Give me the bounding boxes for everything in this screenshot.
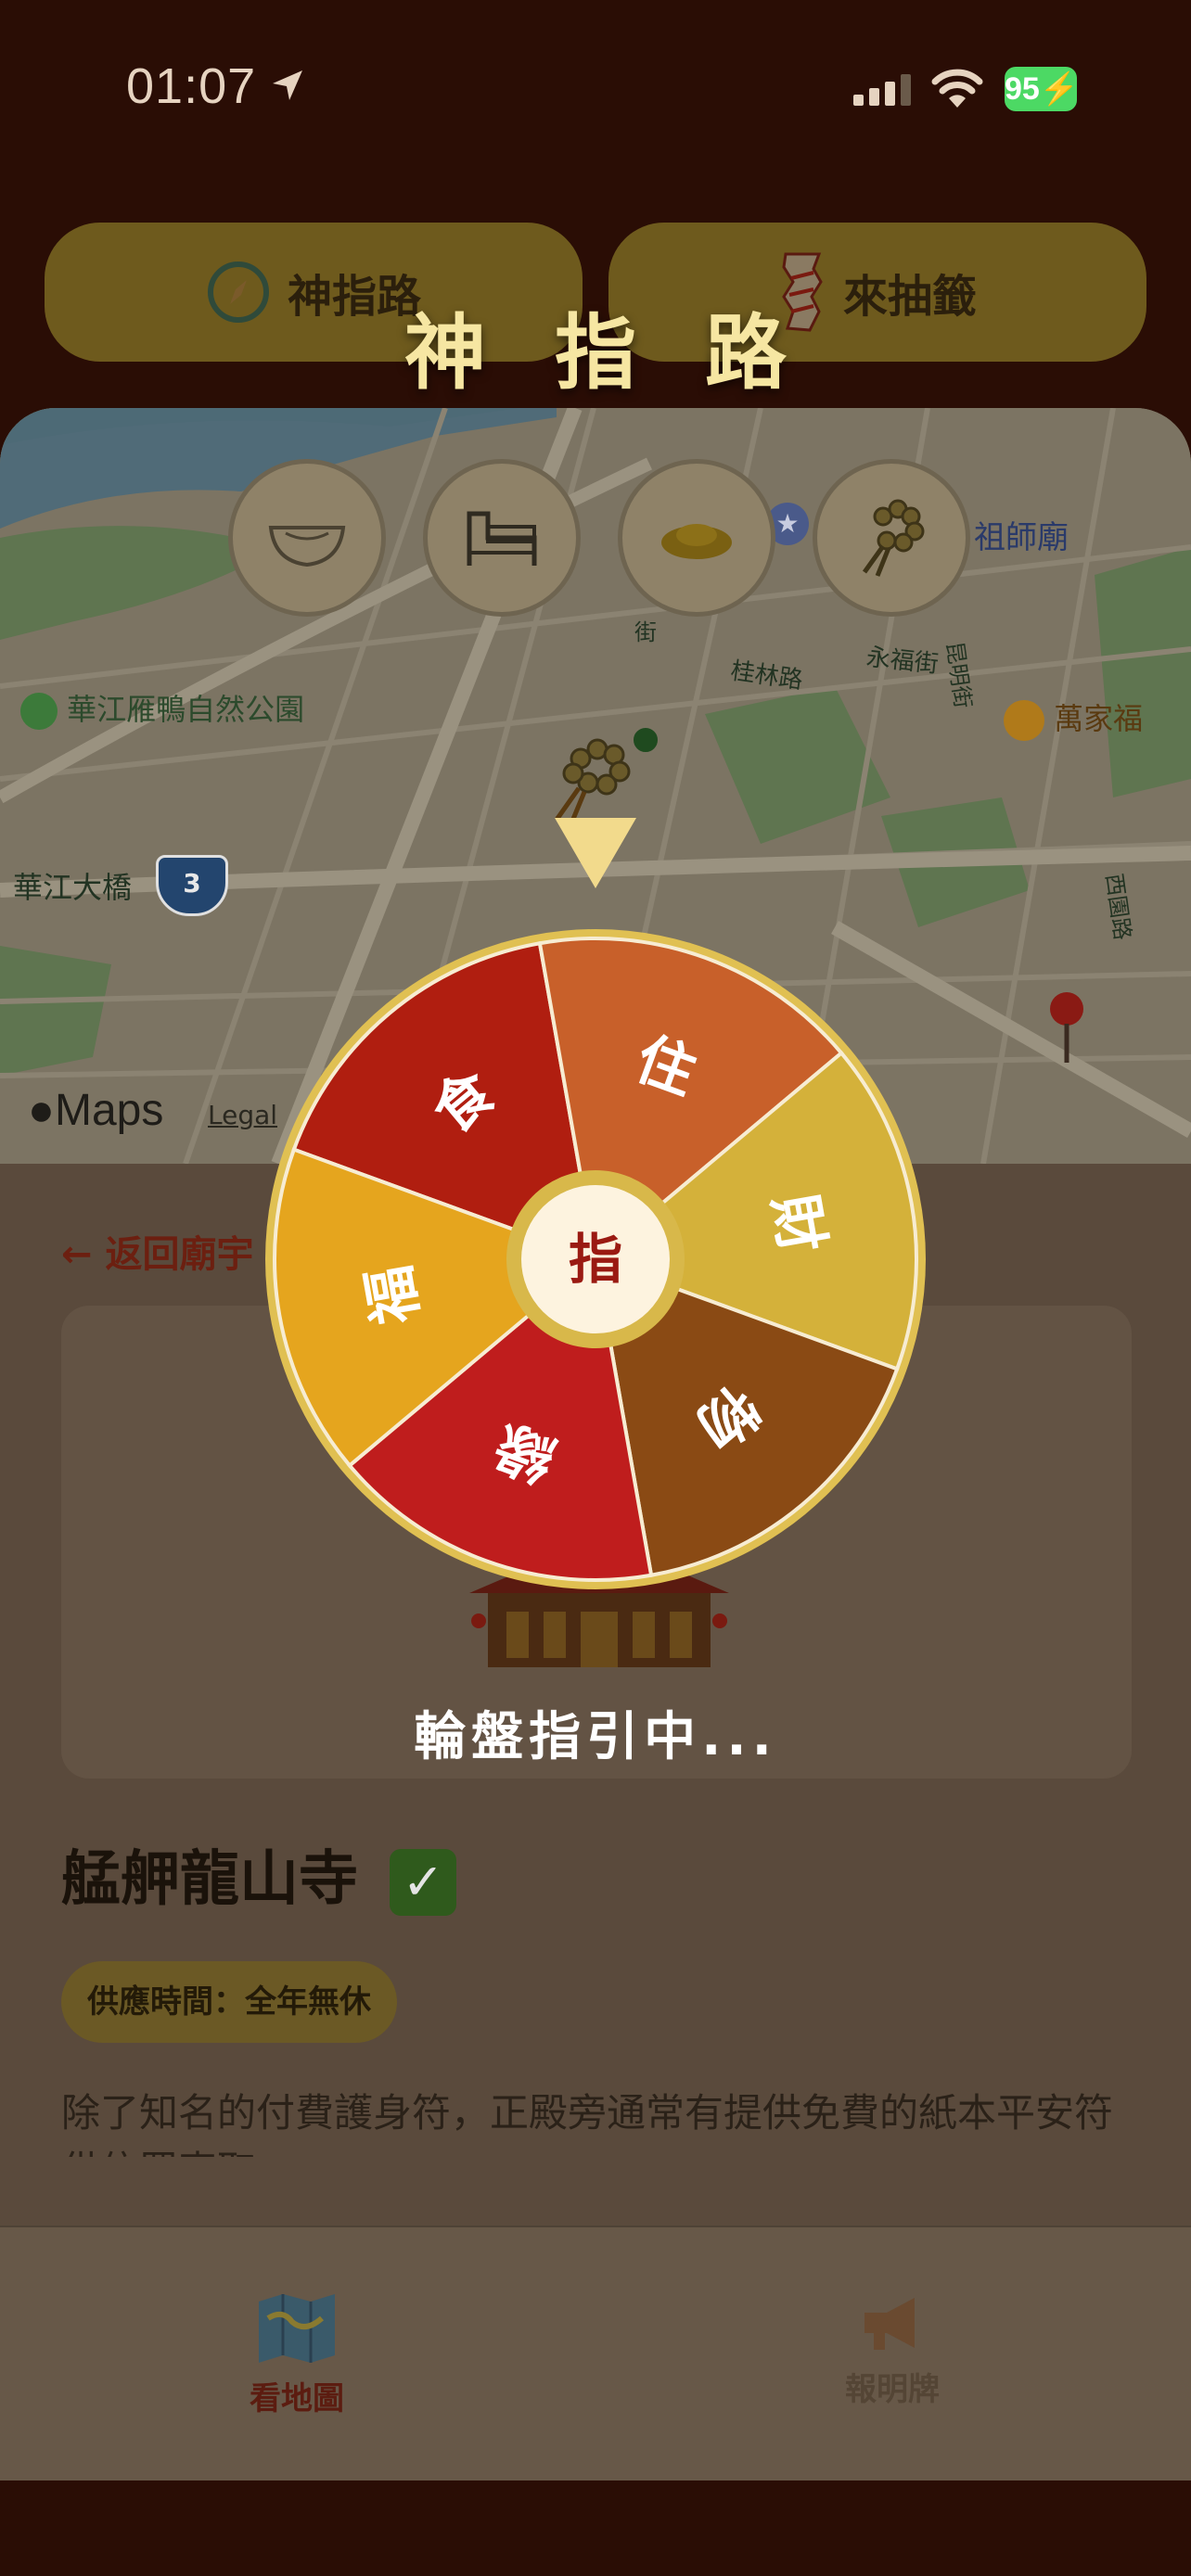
gold-ingot-icon bbox=[661, 524, 732, 559]
wheel-status-text: 輪盤指引中... bbox=[414, 1707, 777, 1767]
cellular-signal-icon bbox=[853, 74, 911, 106]
route-shield: 3 bbox=[156, 855, 228, 916]
wheel-segment-label: 福 bbox=[354, 1261, 431, 1331]
verified-check-icon: ✓ bbox=[390, 1849, 457, 1917]
category-food-button[interactable] bbox=[228, 459, 386, 617]
tab-map-label: 看地圖 bbox=[250, 2380, 344, 2417]
wheel-segment-label: 財 bbox=[760, 1190, 837, 1258]
bowl-icon bbox=[268, 526, 346, 567]
tab-report[interactable]: 報明牌 bbox=[772, 2290, 1013, 2409]
map-tab-icon bbox=[259, 2294, 335, 2363]
park-label[interactable]: 華江雁鴨自然公園 bbox=[20, 686, 304, 730]
category-wealth-button[interactable] bbox=[618, 459, 775, 617]
bed-icon bbox=[467, 511, 537, 566]
map-pin-icon[interactable] bbox=[1039, 990, 1095, 1065]
category-blessing-button[interactable] bbox=[813, 459, 970, 617]
arrow-left-icon: ← bbox=[61, 1233, 93, 1276]
wifi-icon bbox=[931, 69, 983, 108]
location-arrow-icon bbox=[273, 70, 302, 100]
bridge-label: 華江大橋 bbox=[13, 870, 133, 905]
maps-attribution: ●Maps bbox=[28, 1086, 164, 1135]
fortune-wheel[interactable]: 食住財物緣福 指 bbox=[262, 925, 929, 1593]
tab-map[interactable]: 看地圖 bbox=[176, 2290, 417, 2418]
megaphone-icon bbox=[864, 2298, 915, 2350]
category-lodging-button[interactable] bbox=[423, 459, 581, 617]
temple-name: 艋舺龍山寺 ✓ bbox=[61, 1831, 457, 1917]
tab-report-label: 報明牌 bbox=[845, 2371, 940, 2408]
temple-description: 除了知名的付費護身符，正殿旁通常有提供免費的紙本平安符供信眾索取。 bbox=[61, 2090, 1114, 2157]
status-time: 01:07 bbox=[126, 58, 257, 114]
street-label-vertical: 街 bbox=[634, 619, 657, 645]
wheel-pointer-icon bbox=[555, 818, 636, 888]
overlay-title: 神指路 bbox=[403, 305, 855, 401]
hours-badge: 供應時間：全年無休 bbox=[61, 1961, 397, 2043]
apple-logo-icon: ● bbox=[28, 1086, 55, 1135]
battery-indicator: 95⚡ bbox=[1005, 67, 1079, 111]
store-label[interactable]: 萬家福 bbox=[1004, 695, 1143, 741]
temple-map-label[interactable]: 祖師廟 bbox=[974, 512, 1069, 557]
back-to-temples-link[interactable]: ← 返回廟宇 bbox=[61, 1224, 253, 1278]
home-indicator-area bbox=[0, 2480, 1191, 2576]
prayer-beads-icon bbox=[862, 499, 925, 577]
wheel-center-label: 指 bbox=[569, 1228, 622, 1291]
